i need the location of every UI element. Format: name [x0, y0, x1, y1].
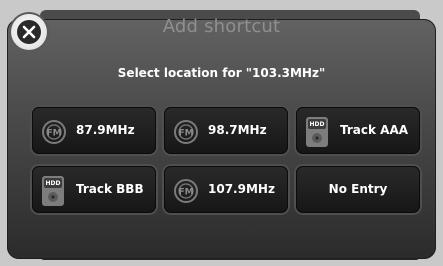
shortcut-label: No Entry	[328, 182, 388, 196]
svg-text:HDD: HDD	[310, 121, 325, 128]
shortcut-label: Track BBB	[76, 182, 144, 196]
dialog-title: Add shortcut	[162, 16, 281, 37]
shortcut-label: Track AAA	[340, 123, 409, 137]
fm-radio-icon: FM	[174, 179, 198, 203]
shortcut-slot-6[interactable]: No Entry	[296, 166, 420, 213]
shortcut-slot-3[interactable]: HDD Track AAA	[296, 107, 420, 154]
shortcut-label: 98.7MHz	[208, 123, 267, 137]
hdd-icon: HDD	[306, 117, 328, 147]
shortcut-label: 87.9MHz	[76, 123, 135, 137]
svg-text:FM: FM	[178, 188, 193, 198]
shortcut-slot-5[interactable]: FM 107.9MHz	[164, 166, 288, 213]
shortcut-label: 107.9MHz	[208, 182, 275, 196]
fm-radio-icon: FM	[42, 120, 66, 144]
fm-radio-icon: FM	[174, 120, 198, 144]
dialog-subtitle: Select location for "103.3MHz"	[117, 66, 326, 80]
svg-text:FM: FM	[178, 129, 193, 139]
shortcut-slot-1[interactable]: FM 87.9MHz	[32, 107, 156, 154]
svg-text:HDD: HDD	[46, 180, 61, 187]
shortcut-slot-4[interactable]: HDD Track BBB	[32, 166, 156, 213]
shortcut-slot-2[interactable]: FM 98.7MHz	[164, 107, 288, 154]
svg-text:FM: FM	[46, 129, 61, 139]
hdd-icon: HDD	[42, 176, 64, 206]
